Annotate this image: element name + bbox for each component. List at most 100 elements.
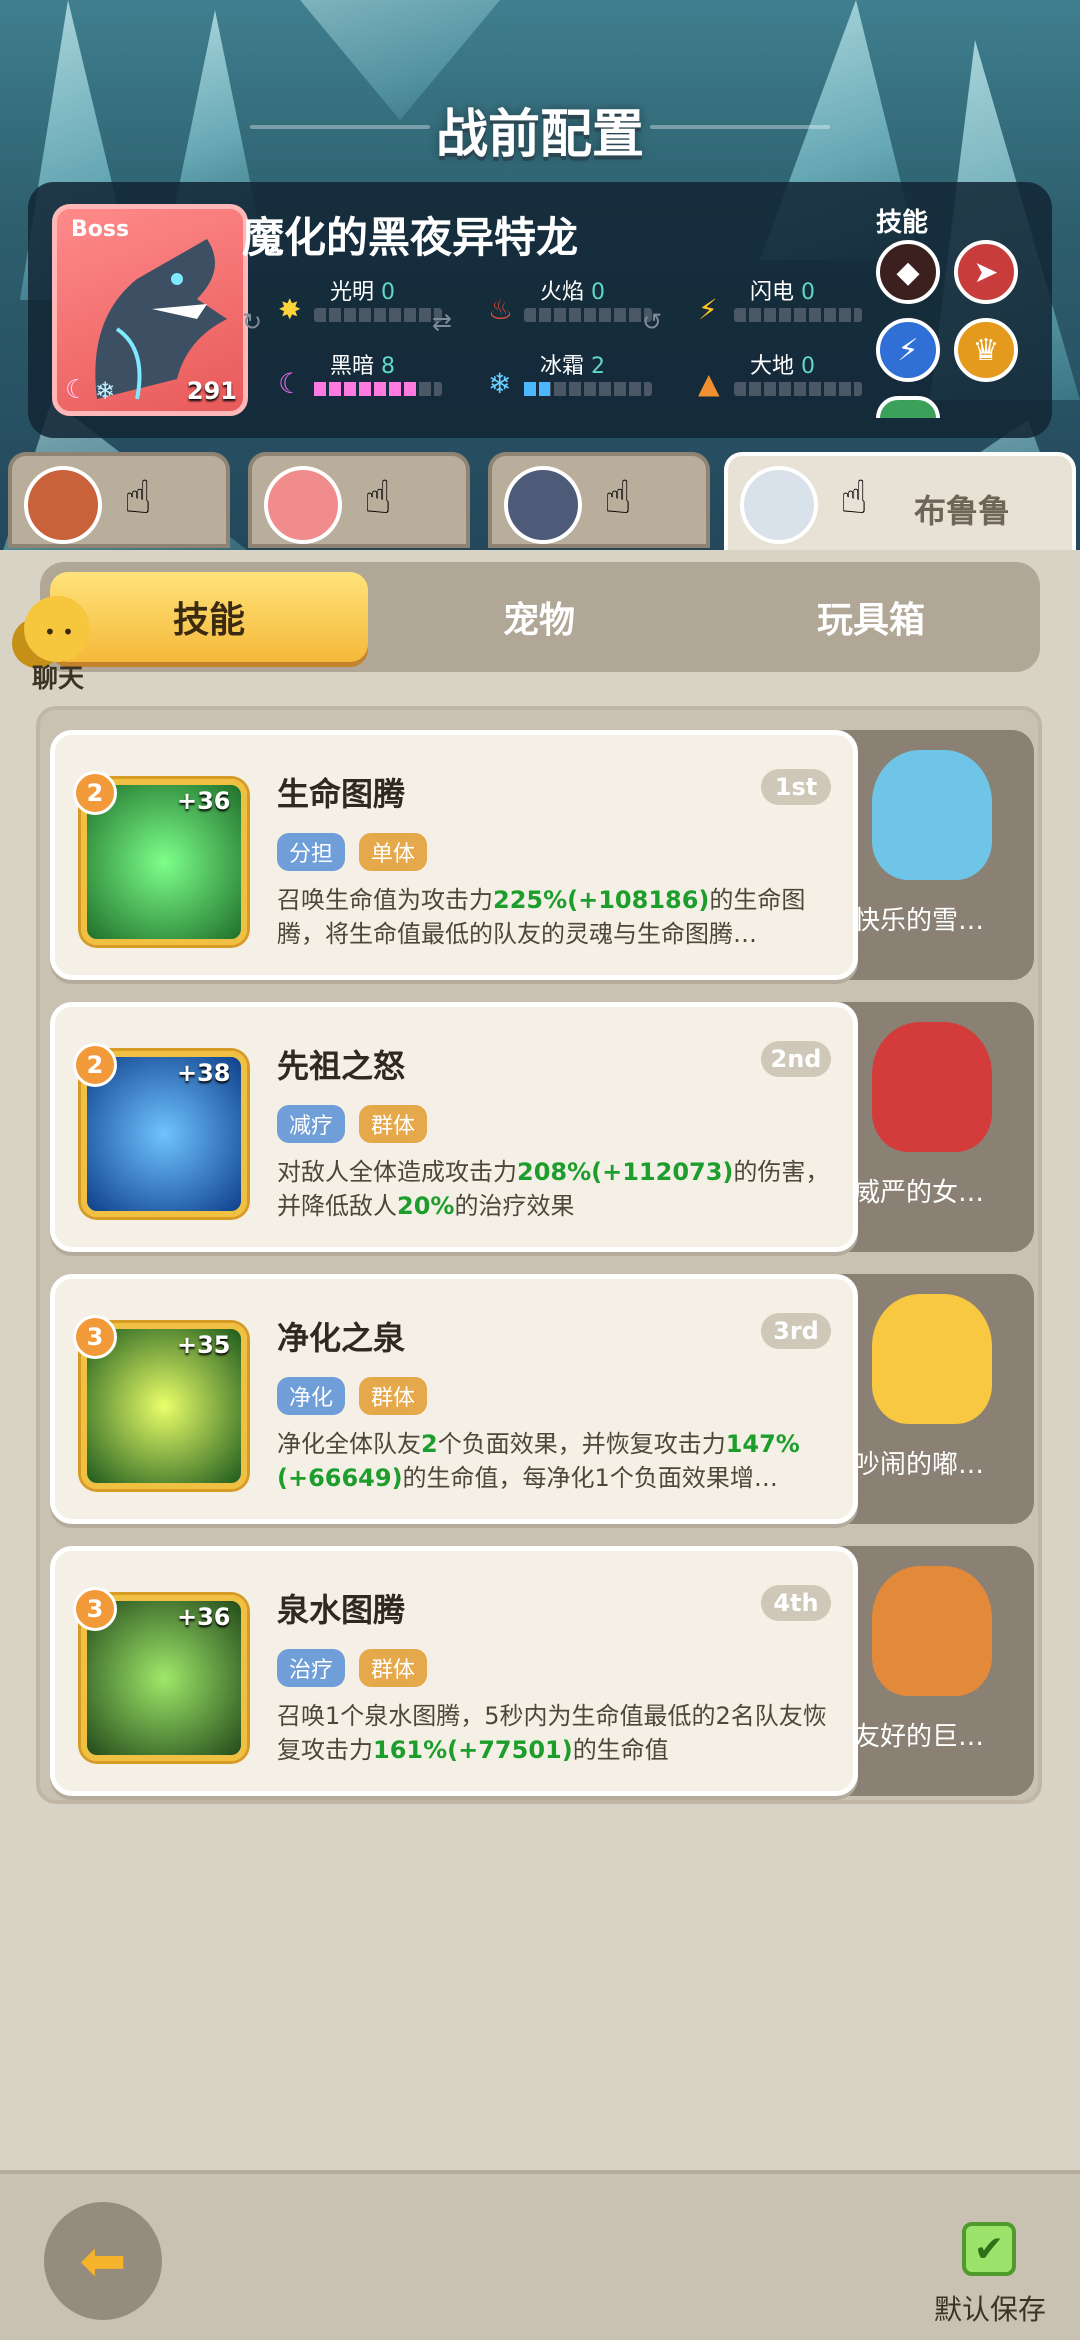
skill-level: 2 bbox=[73, 1043, 117, 1087]
pet-portrait bbox=[872, 1294, 992, 1424]
skill-tag: 群体 bbox=[359, 1377, 428, 1415]
page-title: 战前配置 bbox=[435, 105, 644, 165]
skill-tag: 单体 bbox=[359, 833, 428, 871]
skill-tag: 群体 bbox=[359, 1105, 428, 1143]
boss-portrait[interactable]: Boss ☾ ❄ 291 bbox=[52, 204, 248, 416]
skill-title: 净化之泉 bbox=[277, 1319, 406, 1357]
element-name: 火焰 bbox=[540, 280, 585, 305]
element-name: 闪电 bbox=[750, 280, 795, 305]
cycle-arrow-icon: ↺ bbox=[642, 308, 663, 336]
skill-tag: 减疗 bbox=[277, 1105, 346, 1143]
skill-level: 3 bbox=[73, 1315, 117, 1359]
hero-tab-4[interactable]: ☝ 布鲁鲁 bbox=[724, 452, 1076, 556]
skill-level: 3 bbox=[73, 1587, 117, 1631]
element-value: 2 bbox=[591, 354, 606, 379]
tab-toybox[interactable]: 玩具箱 bbox=[712, 572, 1030, 662]
element-value: 8 bbox=[381, 354, 396, 379]
skill-row: 威严的女… 2 +38 先祖之怒 2nd 减疗 群体 对敌人全体造成攻击力208… bbox=[50, 1002, 1034, 1260]
tap-hand-icon: ☝ bbox=[364, 470, 393, 524]
back-button[interactable]: ⬅ bbox=[44, 2202, 162, 2320]
element-bar bbox=[734, 382, 862, 396]
moon-icon: ☾ bbox=[65, 375, 89, 405]
tap-hand-icon: ☝ bbox=[604, 470, 633, 524]
skill-rank: 3rd bbox=[761, 1313, 831, 1349]
snowflake-icon: ❄ bbox=[488, 367, 512, 400]
hero-tab-2[interactable]: ☝ bbox=[248, 452, 470, 548]
skill-tag: 分担 bbox=[277, 833, 346, 871]
skill-bonus: +35 bbox=[177, 1331, 231, 1359]
pet-portrait bbox=[872, 750, 992, 880]
lightning-icon: ⚡ bbox=[698, 293, 718, 326]
element-name: 黑暗 bbox=[330, 354, 375, 379]
boss-level: 291 bbox=[186, 377, 237, 405]
pet-name: 快乐的雪… bbox=[854, 906, 985, 936]
element-bar bbox=[524, 308, 652, 322]
sun-icon: ✸ bbox=[278, 293, 302, 326]
element-dark: ☾ 黑暗 8 bbox=[278, 348, 442, 398]
default-save-label: 默认保存 bbox=[934, 2293, 1047, 2326]
snowflake-icon: ❄ bbox=[95, 377, 116, 405]
skill-description: 对敌人全体造成攻击力208%(+112073)的伤害，并降低敌人20%的治疗效果 bbox=[277, 1158, 830, 1220]
element-value: 0 bbox=[381, 280, 396, 305]
back-arrow-icon: ⬅ bbox=[79, 2228, 127, 2294]
checkmark-icon: ✔ bbox=[973, 2228, 1005, 2270]
element-fill bbox=[314, 382, 416, 396]
chat-label: 聊天 bbox=[32, 664, 85, 694]
chat-button[interactable]: • • 聊天 bbox=[8, 596, 104, 694]
element-value: 0 bbox=[591, 280, 606, 305]
skill-row: 友好的巨… 3 +36 泉水图腾 4th 治疗 群体 召唤1个泉水图腾，5秒内为… bbox=[50, 1546, 1034, 1804]
pet-name: 吵闹的嘟… bbox=[854, 1450, 985, 1480]
hero-tab-1[interactable]: ☝ bbox=[8, 452, 230, 548]
skill-rank: 2nd bbox=[761, 1041, 831, 1077]
pet-portrait bbox=[872, 1022, 992, 1152]
skill-bonus: +36 bbox=[177, 1603, 231, 1631]
skill-rank: 1st bbox=[761, 769, 831, 805]
element-lightning: ⚡ 闪电 0 bbox=[698, 274, 862, 324]
element-value: 0 bbox=[801, 354, 816, 379]
skill-description: 召唤生命值为攻击力225%(+108186)的生命图腾，将生命值最低的队友的灵魂… bbox=[277, 886, 806, 948]
element-fill bbox=[524, 382, 550, 396]
hero-avatar bbox=[740, 466, 818, 544]
element-bar bbox=[314, 308, 442, 322]
tab-pets[interactable]: 宠物 bbox=[380, 572, 698, 662]
skill-title: 泉水图腾 bbox=[277, 1591, 406, 1629]
pet-portrait bbox=[872, 1566, 992, 1696]
skill-bonus: +36 bbox=[177, 787, 231, 815]
skill-tag: 净化 bbox=[277, 1377, 346, 1415]
element-light: ✸ 光明 0 bbox=[278, 274, 442, 324]
element-name: 光明 bbox=[330, 280, 375, 305]
element-value: 0 bbox=[801, 280, 816, 305]
tap-hand-icon: ☝ bbox=[840, 470, 869, 524]
bottom-bar: ⬅ ✔ 默认保存 bbox=[0, 2170, 1080, 2340]
skill-rank: 4th bbox=[761, 1585, 831, 1621]
skill-card[interactable]: 2 +38 先祖之怒 2nd 减疗 群体 对敌人全体造成攻击力208%(+112… bbox=[50, 1002, 858, 1252]
hero-tab-3[interactable]: ☝ bbox=[488, 452, 710, 548]
skill-card[interactable]: 3 +35 净化之泉 3rd 净化 群体 净化全体队友2个负面效果，并恢复攻击力… bbox=[50, 1274, 858, 1524]
boss-skill-crown-icon[interactable]: ♛ bbox=[954, 318, 1018, 382]
smile-icon: • • bbox=[44, 620, 74, 644]
skill-card[interactable]: 2 +36 生命图腾 1st 分担 单体 召唤生命值为攻击力225%(+1081… bbox=[50, 730, 858, 980]
pet-name: 友好的巨… bbox=[854, 1722, 985, 1752]
boss-name: 魔化的黑夜异特龙 bbox=[242, 213, 579, 262]
default-save-checkbox[interactable]: ✔ bbox=[962, 2222, 1016, 2276]
skill-tag: 治疗 bbox=[277, 1649, 346, 1687]
element-fire: ♨ 火焰 0 bbox=[488, 274, 652, 324]
skill-row: 吵闹的嘟… 3 +35 净化之泉 3rd 净化 群体 净化全体队友2个负面效果，… bbox=[50, 1274, 1034, 1532]
skill-card[interactable]: 3 +36 泉水图腾 4th 治疗 群体 召唤1个泉水图腾，5秒内为生命值最低的… bbox=[50, 1546, 858, 1796]
boss-skill-lightning-icon[interactable]: ⚡ bbox=[876, 318, 940, 382]
cycle-arrow-icon: ↻ bbox=[242, 308, 263, 336]
pet-name: 威严的女… bbox=[854, 1178, 985, 1208]
category-tabs: 技能 宠物 玩具箱 bbox=[40, 562, 1040, 672]
boss-skills-label: 技能 bbox=[876, 208, 929, 238]
boss-skill-swoop-icon[interactable]: ➤ bbox=[954, 240, 1018, 304]
fire-icon: ♨ bbox=[488, 293, 514, 326]
earth-icon: ▲ bbox=[698, 367, 720, 400]
boss-skill-bite-icon[interactable]: ◆ bbox=[876, 240, 940, 304]
skill-row: 快乐的雪… 2 +36 生命图腾 1st 分担 单体 召唤生命值为攻击力225%… bbox=[50, 730, 1034, 988]
boss-tag: Boss bbox=[71, 217, 130, 242]
tap-hand-icon: ☝ bbox=[124, 470, 153, 524]
skill-list: 快乐的雪… 2 +36 生命图腾 1st 分担 单体 召唤生命值为攻击力225%… bbox=[36, 706, 1042, 1804]
boss-info-panel: Boss ☾ ❄ 291 魔化的黑夜异特龙 ✸ 光明 0 ♨ 火焰 0 ⚡ 闪电… bbox=[28, 182, 1052, 438]
element-name: 冰霜 bbox=[540, 354, 585, 379]
boss-skill-more-icon[interactable] bbox=[876, 396, 940, 418]
